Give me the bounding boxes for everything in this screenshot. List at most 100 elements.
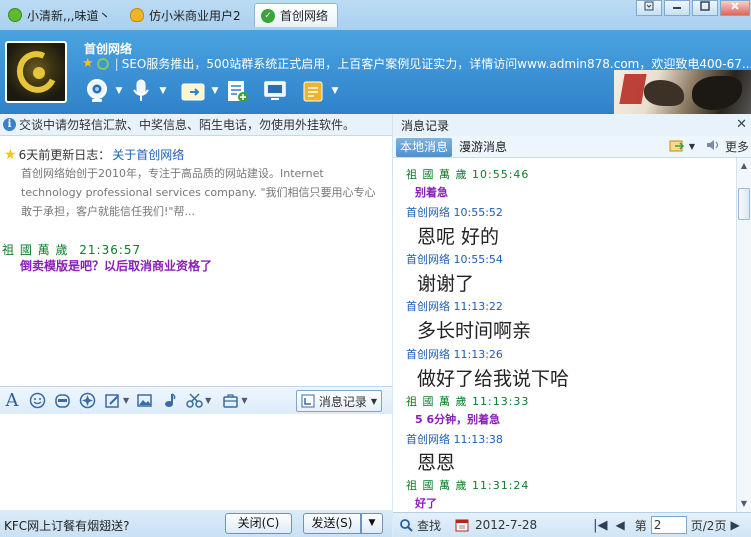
history-msg-header: 首创网络 10:55:52 xyxy=(406,204,503,220)
monitor-icon xyxy=(264,81,286,100)
tab-roaming-messages[interactable]: 漫游消息 xyxy=(455,138,511,157)
chevron-down-icon: ▼ xyxy=(370,396,377,406)
ad-link[interactable]: KFC网上订餐有烟翅送? xyxy=(4,517,130,534)
maximize-button[interactable] xyxy=(692,0,718,16)
close-button[interactable] xyxy=(720,0,750,16)
send-options-button[interactable]: ▼ xyxy=(361,513,383,534)
star-icon: ★ xyxy=(82,56,94,71)
dropdown-button[interactable] xyxy=(636,0,662,16)
vip-emoji-button[interactable] xyxy=(52,391,72,411)
scrollbar[interactable]: ▲ ▼ xyxy=(736,158,751,512)
speaker-icon[interactable] xyxy=(705,138,721,155)
image-icon xyxy=(136,394,152,407)
briefcase-icon xyxy=(223,394,238,408)
update-link[interactable]: 关于首创网络 xyxy=(112,146,184,163)
send-file-button[interactable] xyxy=(178,76,208,106)
chevron-down-icon[interactable]: ▼ xyxy=(241,396,247,405)
history-msg-sender: 首创网络 xyxy=(406,433,450,446)
message-input[interactable] xyxy=(0,414,392,510)
image-button[interactable] xyxy=(134,391,154,411)
font-icon: A xyxy=(5,390,19,411)
minimize-button[interactable] xyxy=(664,0,690,16)
close-icon xyxy=(731,2,739,10)
update-log: ★ 6天前更新日志： 关于首创网络 xyxy=(4,146,184,163)
chevron-down-icon: ▼ xyxy=(368,518,376,528)
date-picker[interactable]: 2012-7-28 xyxy=(455,518,537,532)
voice-call-button[interactable] xyxy=(126,76,156,106)
history-msg-header: 祖 國 萬 歲 11:13:33 xyxy=(406,393,529,409)
prev-page-icon[interactable]: ◀ xyxy=(616,518,625,532)
message-sender: 祖 國 萬 歲 xyxy=(2,243,69,257)
tab-fangxiaomi[interactable]: 仿小米商业用户2 xyxy=(124,3,249,27)
chevron-down-icon[interactable]: ▼ xyxy=(156,86,170,96)
chevron-down-icon[interactable]: ▼ xyxy=(205,396,211,405)
chevron-down-icon[interactable]: ▼ xyxy=(123,396,129,405)
logo-dot xyxy=(33,67,45,79)
chevron-down-icon[interactable]: ▼ xyxy=(328,86,342,96)
bottom-bar: KFC网上订餐有烟翅送? 关闭(C) 发送(S) ▼ xyxy=(0,510,392,537)
history-msg-header: 首创网络 11:13:26 xyxy=(406,346,503,362)
update-body: 首创网络始创于2010年，专注于高品质的网站建设。Internet techno… xyxy=(21,167,376,218)
page-label: 第 xyxy=(634,518,647,533)
more-link[interactable]: 更多 xyxy=(725,138,749,155)
notebook-icon xyxy=(303,81,323,102)
ad-banner[interactable] xyxy=(614,70,751,114)
tab-shouchuang[interactable]: ✓ 首创网络 xyxy=(254,3,338,27)
send-button[interactable]: 发送(S) xyxy=(303,513,361,534)
scribble-button[interactable] xyxy=(102,391,122,411)
avatar[interactable] xyxy=(5,41,67,103)
next-page-icon[interactable]: ▶ xyxy=(730,518,739,532)
history-message-list: 祖 國 萬 歲 10:55:46 别着急 首创网络 10:55:52 恩呢 好的… xyxy=(393,158,736,512)
remote-desktop-button[interactable] xyxy=(260,76,290,106)
history-msg-sender: 首创网络 xyxy=(406,206,450,219)
page-input[interactable]: 2 xyxy=(650,516,687,534)
export-icon xyxy=(669,140,684,152)
history-msg-sender: 首创网络 xyxy=(406,253,450,266)
tab-local-messages[interactable]: 本地消息 xyxy=(396,138,453,157)
chevron-down-icon[interactable]: ▼ xyxy=(208,86,222,96)
share-document-button[interactable] xyxy=(222,76,252,106)
history-msg-header: 首创网络 10:55:54 xyxy=(406,251,503,267)
message-text: 倒卖模版是吧？以后取消商业资格了 xyxy=(20,259,213,273)
message-history-button[interactable]: 消息记录 ▼ xyxy=(295,390,382,412)
screenshot-button[interactable] xyxy=(184,391,204,411)
chat-history-pane: ★ 6天前更新日志： 关于首创网络 首创网络始创于2010年，专注于高品质的网站… xyxy=(0,136,392,386)
close-chat-button[interactable]: 关闭(C) xyxy=(225,513,292,534)
history-tabs: 本地消息 漫游消息 ▼ 更多 xyxy=(393,136,751,158)
history-msg-time: 11:31:24 xyxy=(472,479,530,492)
history-msg-text: 恩恩 xyxy=(417,452,456,474)
document-add-icon xyxy=(228,81,248,102)
tab-bar: 小清新,,,味道丶 仿小米商业用户2 ✓ 首创网络 xyxy=(0,0,751,30)
status-swirl-icon xyxy=(96,57,109,70)
magic-emoji-button[interactable] xyxy=(77,391,97,411)
tab-label: 仿小米商业用户2 xyxy=(149,8,241,23)
history-msg-header: 首创网络 11:13:22 xyxy=(406,298,503,314)
minimize-icon xyxy=(673,7,681,9)
apps-button[interactable] xyxy=(298,76,328,106)
scroll-thumb[interactable] xyxy=(738,188,750,220)
find-button[interactable]: 查找 xyxy=(399,517,441,534)
history-msg-text: 恩呢 好的 xyxy=(417,226,500,248)
music-button[interactable] xyxy=(159,391,179,411)
history-msg-time: 10:55:52 xyxy=(453,206,503,219)
chevron-down-icon[interactable]: ▼ xyxy=(112,86,126,96)
chevron-down-icon[interactable]: ▼ xyxy=(689,142,695,151)
history-msg-time: 11:13:26 xyxy=(453,348,503,361)
scroll-up-icon[interactable]: ▲ xyxy=(739,161,749,171)
update-prefix: 6天前更新日志： xyxy=(18,148,111,162)
history-msg-sender: 首创网络 xyxy=(406,348,450,361)
export-button[interactable] xyxy=(669,138,685,155)
emoji-button[interactable] xyxy=(27,391,47,411)
history-panel-title: 消息记录 xyxy=(401,118,450,133)
font-button[interactable]: A xyxy=(2,390,22,411)
page-total: 页/2页 xyxy=(690,518,727,533)
first-page-icon[interactable]: |◀ xyxy=(593,518,607,533)
message-header: 祖 國 萬 歲 21:36:57 xyxy=(2,241,141,258)
smiley-icon xyxy=(29,392,45,409)
close-icon[interactable]: ✕ xyxy=(736,117,747,132)
tab-xiaoqingxin[interactable]: 小清新,,,味道丶 xyxy=(2,3,118,27)
smile-icon xyxy=(8,8,22,22)
video-call-button[interactable] xyxy=(82,76,112,106)
more-tools-button[interactable] xyxy=(220,391,240,411)
scroll-down-icon[interactable]: ▼ xyxy=(739,499,749,509)
